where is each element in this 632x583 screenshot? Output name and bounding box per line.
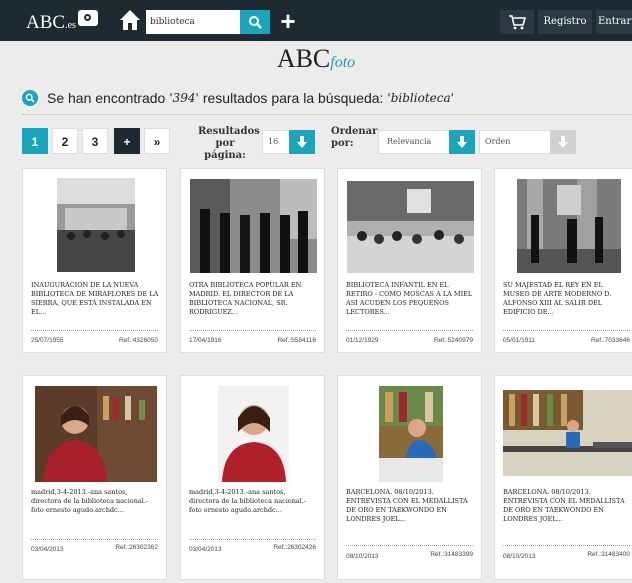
divider (503, 330, 630, 331)
order-by-dropdown-button[interactable] (449, 130, 475, 154)
divider (346, 545, 473, 546)
photo-thumbnail[interactable] (35, 386, 157, 482)
photo-thumbnail[interactable] (347, 181, 474, 273)
per-page-label-line2: por página: (204, 138, 246, 161)
camera-icon[interactable] (78, 10, 98, 26)
search-icon (249, 16, 262, 29)
search-button[interactable] (240, 10, 270, 34)
cart-button[interactable] (500, 10, 534, 34)
photo-caption: madrid,3-4-2013.-ana santos, directora d… (189, 488, 307, 514)
photo-card[interactable]: OTRA BIBLIOTECA POPULAR EN MADRID. EL DI… (180, 168, 325, 353)
order-label-line1: Ordenar (331, 126, 378, 137)
photo-date: 25/07/1955 (31, 337, 64, 344)
divider (189, 330, 316, 331)
arrow-down-icon (297, 136, 307, 148)
results-count: '394' (169, 91, 199, 105)
photo-date: 03/04/2013 (189, 546, 222, 553)
photo-caption: madrid,3-4-2013.-ana santos, directora d… (31, 488, 149, 514)
page-2-button[interactable]: 2 (52, 128, 78, 154)
photo-card[interactable]: BARCELONA. 08/10/2013. ENTREVISTA CON EL… (494, 375, 632, 580)
photo-ref: Ref.:5240979 (433, 337, 473, 344)
photo-card[interactable]: BARCELONA. 08/10/2013. ENTREVISTA CON EL… (337, 375, 482, 580)
page-3-button[interactable]: 3 (82, 128, 108, 154)
photo-ref: Ref.:7033646 (590, 337, 630, 344)
photo-thumbnail[interactable] (190, 179, 317, 273)
entrar-button[interactable]: Entrar (596, 10, 632, 34)
arrow-down-icon (558, 136, 568, 148)
order-direction-dropdown-button[interactable] (550, 130, 576, 154)
results-query: 'biblioteca' (387, 91, 454, 105)
photo-ref: Ref.:31483399 (430, 551, 473, 558)
results-summary: Se han encontrado '394' resultados para … (22, 90, 458, 106)
photo-thumbnail[interactable] (57, 178, 135, 272)
per-page-label: Resultados por página: (198, 126, 260, 162)
divider (22, 114, 632, 115)
abc-logo[interactable]: ABC.es (26, 12, 76, 34)
photo-caption: BARCELONA. 08/10/2013. ENTREVISTA CON EL… (503, 488, 625, 523)
order-label: Ordenar por: (331, 126, 377, 150)
results-middle: resultados para la búsqueda: (202, 90, 384, 106)
cart-icon (509, 15, 526, 30)
photo-card[interactable]: SU MAJESTAD EL REY EN EL MUSEO DE ARTE M… (494, 168, 632, 353)
abcfoto-brand: ABCfoto (0, 44, 632, 74)
divider (503, 545, 630, 546)
photo-ref: Ref.:26302362 (115, 544, 158, 551)
photo-date: 08/10/2013 (503, 553, 536, 560)
photo-caption: OTRA BIBLIOTECA POPULAR EN MADRID. EL DI… (189, 281, 302, 316)
brand-name: ABC (276, 44, 331, 73)
photo-date: 17/04/1916 (189, 337, 222, 344)
photo-ref: Ref.:26302426 (273, 544, 316, 551)
search-input[interactable] (146, 10, 240, 34)
photo-date: 03/04/2013 (31, 546, 64, 553)
logo-suffix: .es (65, 20, 76, 31)
photo-ref: Ref.:5584116 (277, 337, 316, 344)
next-page-button[interactable]: » (144, 128, 170, 154)
photo-date: 01/12/1929 (346, 337, 379, 344)
order-label-line2: por: (331, 138, 354, 149)
divider (31, 539, 158, 540)
photo-ref: Ref.:4326050 (118, 337, 158, 344)
photo-ref: Ref.:31483400 (587, 551, 630, 558)
logo-text: ABC (26, 12, 66, 33)
photo-thumbnail[interactable] (379, 386, 443, 482)
add-button[interactable]: + (276, 8, 300, 34)
per-page-label-line1: Resultados (198, 126, 260, 137)
photo-thumbnail[interactable] (517, 179, 621, 273)
results-prefix: Se han encontrado (47, 90, 166, 106)
photo-card[interactable]: INAUGURACION DE LA NUEVA BIBLIOTECA DE M… (22, 168, 167, 353)
order-by-select[interactable]: Relevancia (378, 130, 450, 154)
photo-caption: BARCELONA. 08/10/2013. ENTREVISTA CON EL… (346, 488, 468, 523)
photo-thumbnail[interactable] (503, 390, 632, 476)
photo-date: 08/10/2013 (346, 553, 379, 560)
photo-thumbnail[interactable] (218, 386, 289, 482)
divider (189, 539, 316, 540)
photo-date: 05/01/1911 (503, 337, 536, 344)
top-nav-bar: ABC.es + Registro Entrar (0, 0, 632, 41)
per-page-select[interactable]: 16 (262, 130, 290, 154)
divider (346, 330, 473, 331)
brand-sub: foto (330, 54, 356, 71)
home-icon[interactable] (118, 8, 142, 32)
more-pages-button[interactable]: + (114, 128, 140, 154)
registro-button[interactable]: Registro (538, 10, 592, 34)
photo-card[interactable]: madrid,3-4-2013.-ana santos, directora d… (22, 375, 167, 580)
photo-caption: SU MAJESTAD EL REY EN EL MUSEO DE ARTE M… (503, 281, 612, 316)
page-1-button[interactable]: 1 (22, 128, 48, 154)
photo-caption: INAUGURACION DE LA NUEVA BIBLIOTECA DE M… (31, 281, 159, 316)
order-direction-select[interactable]: Orden (479, 130, 551, 154)
divider (31, 330, 158, 331)
photo-card[interactable]: madrid,3-4-2013.-ana santos, directora d… (180, 375, 325, 580)
photo-card[interactable]: BIBLIOTECA INFANTIL EN EL RETIRO - COMO … (337, 168, 482, 353)
arrow-down-icon (457, 136, 467, 148)
photo-caption: BIBLIOTECA INFANTIL EN EL RETIRO - COMO … (346, 281, 473, 316)
results-search-icon (22, 90, 38, 106)
per-page-dropdown-button[interactable] (289, 130, 315, 154)
